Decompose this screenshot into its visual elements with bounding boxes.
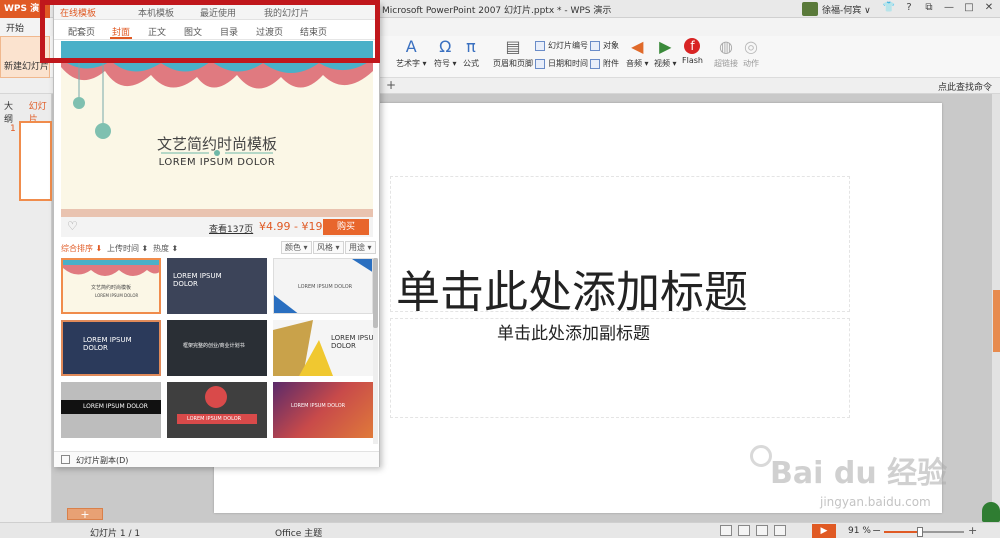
slides-panel: 大纲 幻灯片 1 bbox=[0, 94, 52, 522]
find-command[interactable]: 点此查找命令 bbox=[938, 80, 992, 93]
filter-color[interactable]: 颜色 ▾ bbox=[281, 241, 312, 254]
formula-button[interactable]: π 公式 bbox=[462, 38, 480, 69]
slide-title[interactable]: 单击此处添加标题 bbox=[396, 256, 748, 320]
template-thumb[interactable]: 文艺简约时尚模板 LOREM IPSUM DOLOR bbox=[61, 258, 161, 314]
flash-icon: f bbox=[684, 38, 701, 54]
price-row: ♡ 查看137页 ¥4.99 - ¥19.99 购买 bbox=[61, 217, 373, 237]
sort-popularity[interactable]: 热度 ⬍ bbox=[153, 243, 178, 254]
normal-view-icon[interactable] bbox=[738, 525, 750, 536]
duplicate-slide-row[interactable]: 幻灯片副本(D) bbox=[54, 451, 379, 467]
zoom-knob[interactable] bbox=[917, 527, 923, 537]
action-icon: ◎ bbox=[744, 37, 758, 56]
buy-button[interactable]: 购买 bbox=[323, 219, 369, 235]
minimize-icon[interactable]: — bbox=[942, 1, 956, 15]
header-footer-button[interactable]: ▤ 页眉和页脚 bbox=[493, 38, 533, 69]
object-button[interactable]: 对象 bbox=[590, 40, 619, 51]
view-buttons bbox=[720, 525, 786, 536]
action-button[interactable]: ◎ 动作 bbox=[742, 38, 760, 69]
grid-scrollbar[interactable] bbox=[373, 258, 378, 444]
theme-name[interactable]: Office 主题 bbox=[275, 526, 322, 538]
jingyan-logo bbox=[982, 502, 1000, 522]
omega-icon: Ω bbox=[439, 37, 452, 56]
baidu-paw-icon bbox=[750, 445, 772, 467]
globe-icon: ◍ bbox=[719, 37, 733, 56]
heart-icon[interactable]: ♡ bbox=[67, 219, 78, 233]
sort-filter-row: 综合排序 ⬇ 上传时间 ⬍ 热度 ⬍ 颜色 ▾ 风格 ▾ 用途 ▾ bbox=[61, 240, 376, 256]
preview-subtitle: LOREM IPSUM DOLOR bbox=[158, 157, 276, 168]
document-icon: ▤ bbox=[505, 37, 521, 56]
template-thumb[interactable]: LOREM IPSUM DOLOR bbox=[273, 258, 373, 314]
copy-icon bbox=[61, 455, 70, 464]
zoom-out-button[interactable]: − bbox=[872, 524, 881, 537]
slide-thumbnail[interactable] bbox=[19, 121, 52, 201]
annotation-highlight bbox=[40, 0, 380, 63]
watermark-url: jingyan.baidu.com bbox=[820, 495, 931, 509]
avatar[interactable] bbox=[802, 2, 818, 16]
object-icon bbox=[590, 40, 600, 51]
window-controls: 👕 ? ⧉ — □ ✕ bbox=[882, 1, 996, 15]
template-thumb[interactable]: LOREM IPSUM DOLOR bbox=[167, 382, 267, 438]
template-popup: 在线模板 本机模板 最近使用 我的幻灯片 配套页 封面 正文 图文 目录 过渡页… bbox=[53, 2, 380, 467]
restore-icon[interactable]: ⧉ bbox=[922, 1, 936, 15]
filter-usage[interactable]: 用途 ▾ bbox=[345, 241, 376, 254]
watermark-text: Bai du 经验 bbox=[770, 456, 948, 491]
template-thumb[interactable]: LOREM IPSUM DOLOR bbox=[167, 258, 267, 314]
new-tab-button[interactable]: + bbox=[386, 78, 396, 92]
video-icon: ▶ bbox=[659, 37, 672, 56]
art-text-icon: A bbox=[405, 37, 417, 56]
speaker-icon: ◀ bbox=[631, 37, 644, 56]
play-button[interactable]: ▶ bbox=[812, 524, 836, 538]
template-thumb[interactable]: LOREM IPSUM DOLOR bbox=[61, 382, 161, 438]
close-icon[interactable]: ✕ bbox=[982, 1, 996, 15]
flash-button[interactable]: f Flash bbox=[682, 38, 703, 65]
template-thumb[interactable]: LOREM IPSUM DOLOR bbox=[273, 320, 373, 376]
reading-view-icon[interactable] bbox=[774, 525, 786, 536]
help-icon[interactable]: ? bbox=[902, 1, 916, 15]
preview-title: 文艺简约时尚模板 bbox=[156, 135, 277, 153]
skin-icon[interactable]: 👕 bbox=[882, 1, 896, 15]
slide-number-icon bbox=[535, 40, 545, 51]
attachment-button[interactable]: 附件 bbox=[590, 58, 619, 69]
window-title: Microsoft PowerPoint 2007 幻灯片.pptx * - W… bbox=[382, 6, 612, 16]
paperclip-icon bbox=[590, 58, 600, 69]
template-thumb[interactable]: 框架完整的创业/商业计划书 bbox=[167, 320, 267, 376]
sorter-view-icon[interactable] bbox=[756, 525, 768, 536]
template-preview[interactable]: 文艺简约时尚模板 LOREM IPSUM DOLOR bbox=[61, 41, 373, 217]
video-button[interactable]: ▶ 视频 ▾ bbox=[654, 38, 677, 69]
symbol-button[interactable]: Ω 符号 ▾ bbox=[434, 38, 457, 69]
audio-button[interactable]: ◀ 音频 ▾ bbox=[626, 38, 649, 69]
zoom-level: 91 % bbox=[848, 526, 871, 536]
zoom-slider[interactable] bbox=[884, 527, 964, 537]
cloud-decoration bbox=[61, 41, 373, 217]
maximize-icon[interactable]: □ bbox=[962, 1, 976, 15]
slide-indicator: 幻灯片 1 / 1 bbox=[90, 529, 141, 538]
template-thumb[interactable]: LOREM IPSUM DOLOR bbox=[61, 320, 161, 376]
status-bar: 幻灯片 1 / 1 Office 主题 ▶ 91 % − + bbox=[0, 522, 1000, 538]
date-time-button[interactable]: 日期和时间 bbox=[535, 58, 588, 69]
sort-overall[interactable]: 综合排序 ⬇ bbox=[61, 243, 102, 254]
art-text-button[interactable]: A 艺术字 ▾ bbox=[396, 38, 427, 69]
slide-subtitle[interactable]: 单击此处添加副标题 bbox=[497, 319, 650, 344]
template-grid: 文艺简约时尚模板 LOREM IPSUM DOLOR LOREM IPSUM D… bbox=[61, 258, 373, 444]
zoom-in-button[interactable]: + bbox=[968, 524, 977, 537]
slide-number-button[interactable]: 幻灯片编号 bbox=[535, 40, 588, 51]
sort-upload-time[interactable]: 上传时间 ⬍ bbox=[107, 243, 148, 254]
template-thumb[interactable]: LOREM IPSUM DOLOR bbox=[273, 382, 373, 438]
hyperlink-button[interactable]: ◍ 超链接 bbox=[714, 38, 738, 69]
zoom-fill bbox=[884, 531, 920, 533]
tab-start[interactable]: 开始 bbox=[6, 21, 24, 34]
notes-view-icon[interactable] bbox=[720, 525, 732, 536]
add-slide-button[interactable]: + bbox=[67, 508, 103, 521]
calendar-icon bbox=[535, 58, 545, 69]
duplicate-slide-label: 幻灯片副本(D) bbox=[76, 456, 129, 465]
tab-outline[interactable]: 大纲 bbox=[4, 99, 19, 125]
user-name[interactable]: 徐福-何宾 ∨ bbox=[822, 3, 871, 16]
grid-scroll-thumb[interactable] bbox=[373, 258, 378, 328]
filter-style[interactable]: 风格 ▾ bbox=[313, 241, 344, 254]
slide-number-label: 1 bbox=[10, 124, 16, 134]
pi-icon: π bbox=[466, 37, 476, 56]
view-pages-link[interactable]: 查看137页 bbox=[209, 222, 253, 235]
side-panel-handle[interactable] bbox=[993, 290, 1000, 352]
user-account[interactable]: 徐福-何宾 ∨ bbox=[802, 1, 871, 17]
